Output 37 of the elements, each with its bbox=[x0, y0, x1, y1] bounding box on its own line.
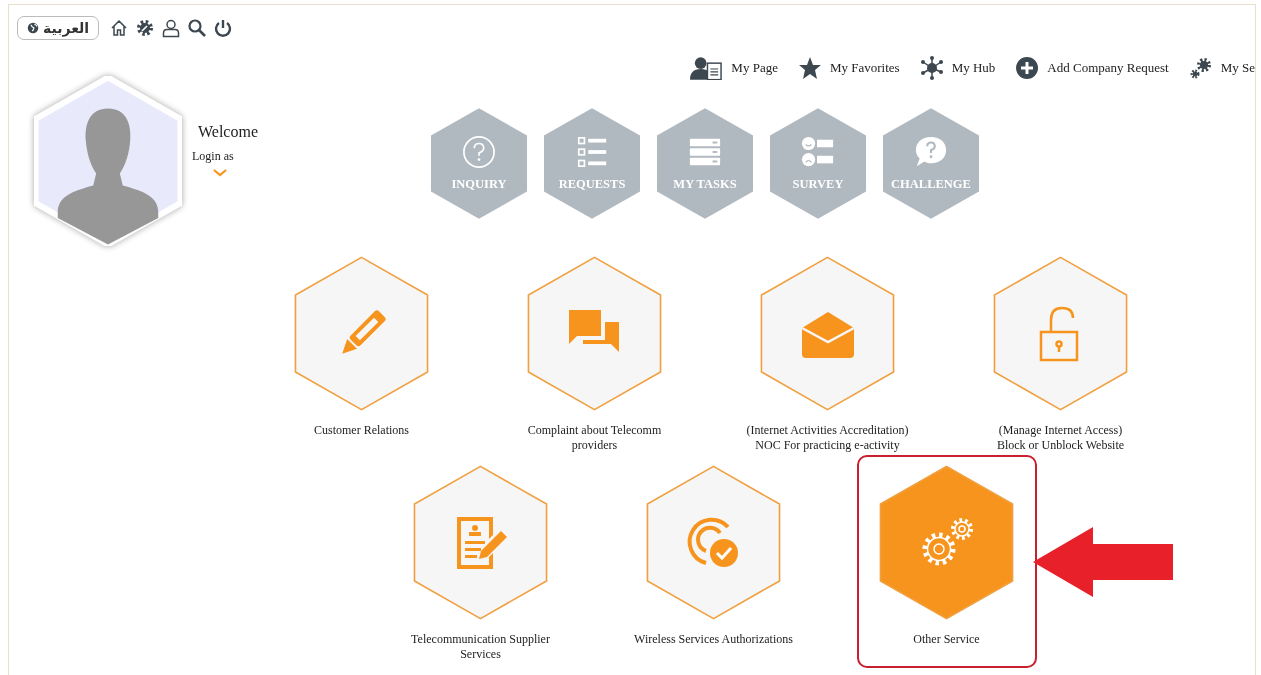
nav-link[interactable]: My Hub bbox=[919, 53, 996, 83]
globe-icon bbox=[27, 22, 39, 34]
chevron-down-icon[interactable] bbox=[213, 169, 227, 177]
login-as-label: Login as bbox=[192, 149, 234, 164]
service-tile-button[interactable] bbox=[413, 465, 548, 620]
nav-link[interactable]: My Se bbox=[1188, 53, 1255, 83]
nav-link[interactable]: My Favorites bbox=[797, 53, 900, 83]
user-icon[interactable] bbox=[161, 18, 182, 38]
service-label: Other Service bbox=[913, 632, 980, 648]
language-button[interactable]: العربية bbox=[17, 16, 100, 40]
service-tile-button[interactable] bbox=[527, 256, 662, 411]
nav-link[interactable]: My Page bbox=[690, 53, 778, 83]
gears-icon bbox=[1188, 56, 1213, 80]
power-icon[interactable] bbox=[213, 18, 234, 38]
service-tile-button[interactable] bbox=[646, 465, 781, 620]
service-tile-button[interactable] bbox=[294, 256, 429, 411]
service-label: Telecommunication Supplier Services bbox=[411, 632, 550, 662]
service-tile-button[interactable] bbox=[993, 256, 1128, 411]
question-icon bbox=[462, 135, 496, 169]
survey-faces-icon bbox=[801, 135, 835, 169]
nav-link[interactable]: Add Company Request bbox=[1015, 53, 1169, 83]
network-icon bbox=[919, 56, 944, 80]
settings-icon[interactable] bbox=[135, 18, 156, 38]
star-icon bbox=[797, 56, 822, 80]
service-label: Customer Relations bbox=[314, 423, 409, 439]
service-tile-button[interactable] bbox=[879, 465, 1014, 620]
checklist-icon bbox=[575, 135, 609, 169]
service-label: (Manage Internet Access) Block or Unblock Website bbox=[996, 423, 1125, 453]
service-label: Wireless Services Authorizations bbox=[634, 632, 793, 648]
service-label: Complaint about Telecomm providers bbox=[527, 423, 662, 453]
service-tile-button[interactable] bbox=[760, 256, 895, 411]
question-bubble-icon bbox=[914, 135, 948, 169]
search-icon[interactable] bbox=[187, 18, 208, 38]
plus-circle-icon bbox=[1015, 56, 1040, 80]
service-label: (Internet Activities Accreditation) NOC For practicing e-activity bbox=[746, 423, 909, 453]
welcome-text: Welcome bbox=[198, 123, 258, 141]
person-document-icon bbox=[690, 56, 724, 80]
